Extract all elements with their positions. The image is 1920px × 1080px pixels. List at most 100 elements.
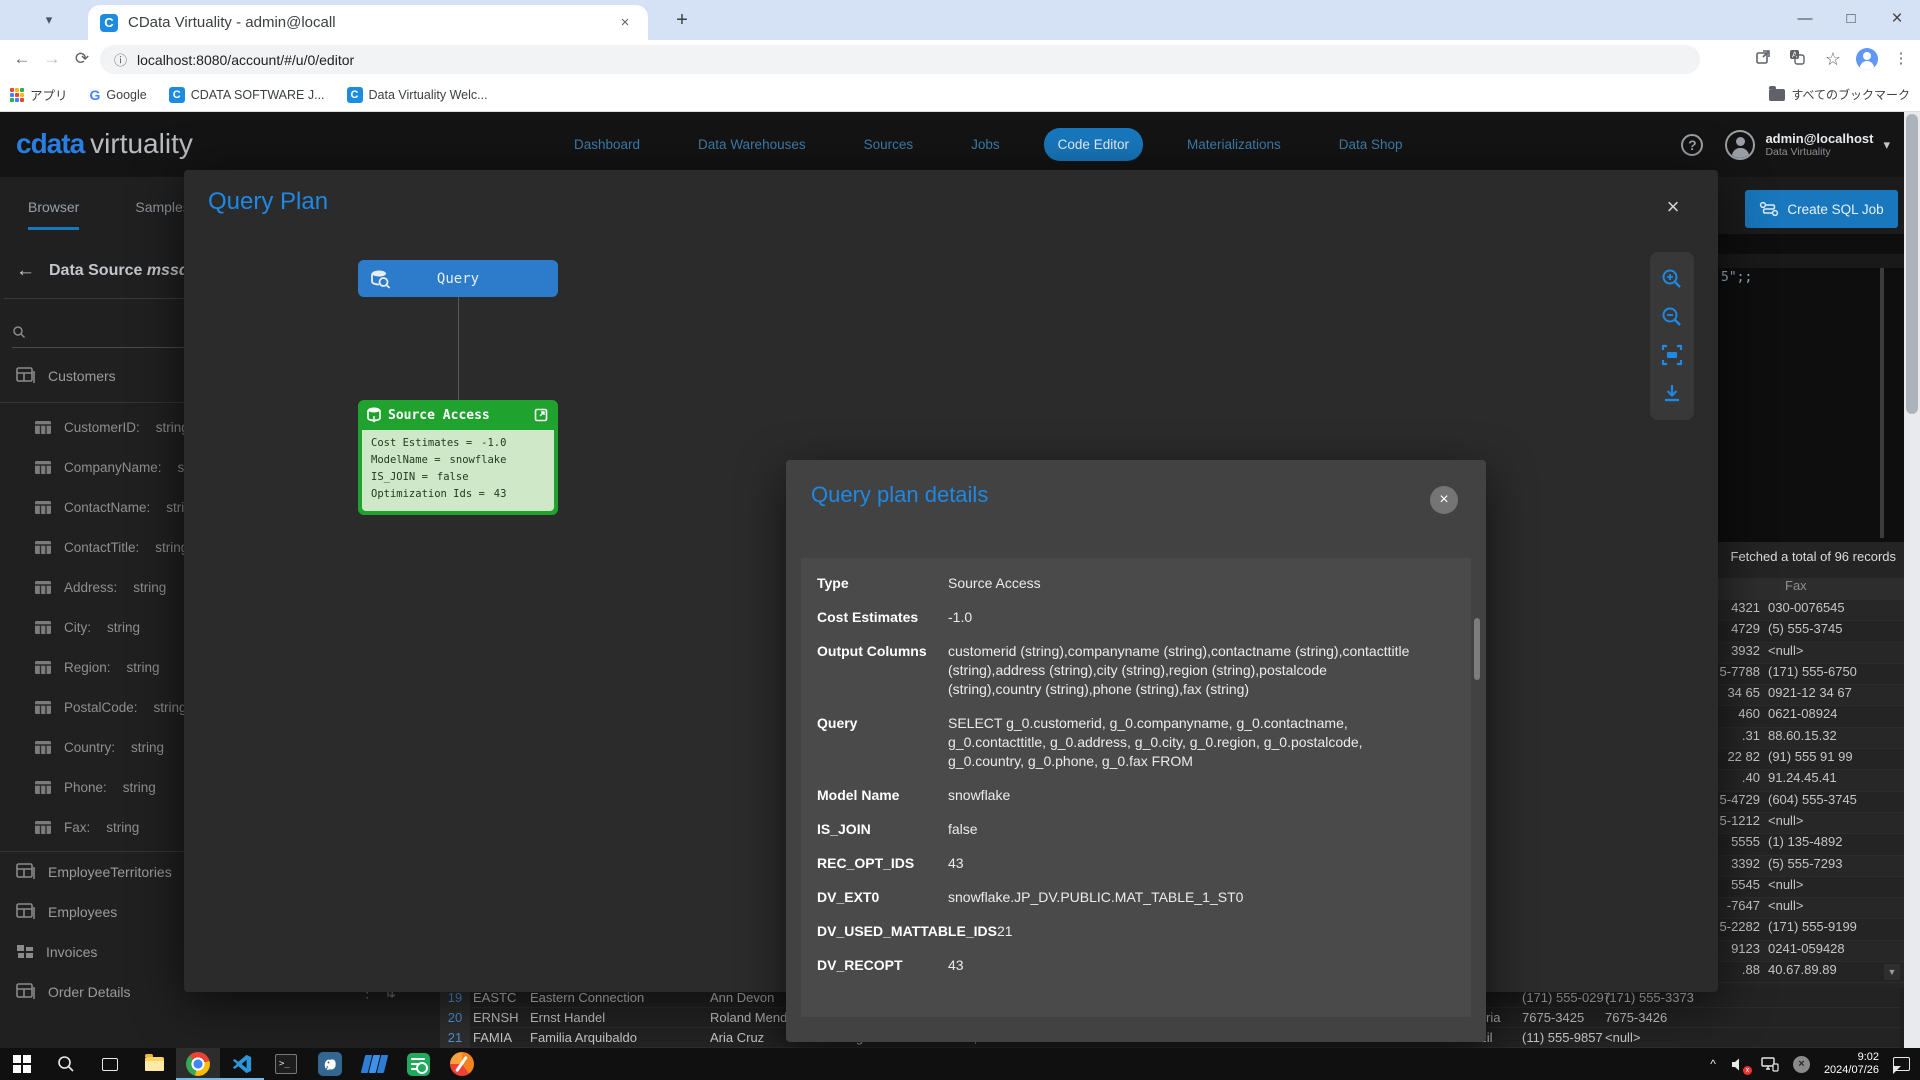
window-maximize-button[interactable]: □ (1828, 0, 1874, 40)
table-scroll-down-icon[interactable]: ▼ (1884, 964, 1900, 980)
bookmark-google[interactable]: G Google (90, 87, 147, 103)
details-value: 43 (948, 956, 1455, 975)
nav-data-warehouses[interactable]: Data Warehouses (684, 128, 820, 161)
details-scrollbar-thumb[interactable] (1474, 618, 1480, 680)
taskbar-clock[interactable]: 9:02 2024/07/26 (1824, 1051, 1879, 1077)
details-value: -1.0 (948, 608, 1455, 627)
details-close-button[interactable]: × (1430, 486, 1458, 514)
nav-materializations[interactable]: Materializations (1173, 128, 1295, 161)
tray-status-icon[interactable]: × (1793, 1056, 1810, 1073)
task-view-button[interactable] (88, 1048, 132, 1080)
download-icon[interactable] (1661, 382, 1683, 404)
source-access-node-props: Cost Estimates =-1.0 ModelName =snowflak… (362, 430, 554, 511)
tray-chevron-up-icon[interactable]: ^ (1710, 1057, 1716, 1071)
node-prop-line: Cost Estimates =-1.0 (371, 437, 545, 449)
address-bar[interactable]: ⓘ localhost:8080/account/#/u/0/editor (100, 45, 1700, 74)
reload-icon[interactable]: ⟳ (68, 45, 96, 73)
details-label: DV_RECOPT (817, 956, 948, 975)
plan-node-query[interactable]: Query (358, 260, 558, 297)
details-label: IS_JOIN (817, 820, 948, 839)
nav-data-shop[interactable]: Data Shop (1325, 128, 1417, 161)
postgres-taskbar-button[interactable] (308, 1048, 352, 1080)
postgres-icon (318, 1052, 342, 1076)
all-bookmarks-button[interactable]: すべてのブックマーク (1769, 86, 1910, 103)
companyname-cell: Ernst Handel (530, 1010, 710, 1025)
start-button[interactable] (0, 1048, 44, 1080)
details-label: Model Name (817, 786, 948, 805)
open-in-new-icon[interactable] (1754, 48, 1776, 70)
details-row: IS_JOIN false (817, 820, 1455, 839)
page-scrollbar[interactable] (1904, 112, 1920, 1048)
nav-sources[interactable]: Sources (850, 128, 928, 161)
back-icon[interactable]: ← (8, 45, 36, 73)
taskbar-search-button[interactable] (44, 1048, 88, 1080)
nav-code-editor[interactable]: Code Editor (1044, 128, 1143, 161)
chrome-taskbar-button[interactable] (176, 1048, 220, 1080)
virtuality-app-button[interactable] (352, 1048, 396, 1080)
bookmark-apps[interactable]: アプリ (10, 85, 68, 104)
prop-value: -1.0 (481, 437, 506, 449)
new-tab-button[interactable]: + (668, 8, 696, 34)
customerid-cell: FAMIA (470, 1030, 530, 1045)
window-minimize-button[interactable]: — (1782, 0, 1828, 40)
sql-tool-button[interactable] (396, 1048, 440, 1080)
sidebar-tab-samples[interactable]: Samples (135, 199, 189, 230)
tab-search-chevron-icon[interactable]: ▾ (36, 8, 62, 32)
command-prompt-icon: >_ (275, 1054, 297, 1074)
browser-tab[interactable]: C CData Virtuality - admin@locall × (88, 5, 648, 40)
tab-close-icon[interactable]: × (614, 12, 636, 34)
file-explorer-icon (145, 1057, 164, 1071)
fit-to-screen-icon[interactable] (1661, 344, 1683, 366)
fax-cell: (171) 555-9199 (1768, 919, 1898, 939)
url-text: localhost:8080/account/#/u/0/editor (137, 52, 354, 68)
column-name: PostalCode: (64, 700, 138, 715)
page-scrollbar-thumb[interactable] (1906, 114, 1918, 414)
orange-app-button[interactable] (440, 1048, 484, 1080)
node-prop-line: Optimization Ids =43 (371, 488, 545, 500)
zoom-in-icon[interactable] (1661, 268, 1683, 290)
notification-center-icon[interactable] (1893, 1057, 1910, 1071)
user-menu[interactable]: admin@localhost Data Virtuality ▾ (1725, 130, 1890, 160)
translate-icon[interactable]: A (1788, 48, 1810, 70)
editor-code-text: 5";; (1721, 270, 1752, 285)
file-explorer-button[interactable] (132, 1048, 176, 1080)
fax-column-header[interactable]: Fax (1785, 578, 1807, 593)
create-sql-job-button[interactable]: Create SQL Job (1745, 190, 1898, 228)
details-value: customerid (string),companyname (string)… (948, 642, 1455, 699)
nav-dashboard[interactable]: Dashboard (560, 128, 654, 161)
companyname-cell: Eastern Connection (530, 990, 710, 1005)
nav-jobs[interactable]: Jobs (957, 128, 1014, 161)
browser-menu-kebab-icon[interactable]: ⋮ (1890, 48, 1912, 70)
windows-logo-icon (13, 1055, 31, 1073)
column-type: string (133, 580, 166, 595)
back-arrow-icon[interactable]: ← (16, 260, 35, 282)
details-row: Type Source Access (817, 574, 1455, 593)
help-icon[interactable]: ? (1681, 134, 1703, 156)
column-type: string (154, 700, 187, 715)
bookmark-data-virtuality[interactable]: C Data Virtuality Welc... (347, 87, 488, 103)
folder-icon (1769, 89, 1785, 101)
screen: ▾ C CData Virtuality - admin@locall × + … (0, 0, 1920, 1080)
profile-avatar-icon[interactable] (1856, 48, 1878, 70)
prop-key: Optimization Ids = (371, 488, 485, 500)
external-link-icon[interactable] (534, 408, 548, 422)
query-plan-close-icon[interactable]: × (1662, 196, 1684, 218)
window-close-button[interactable]: × (1874, 0, 1920, 40)
volume-muted-icon[interactable]: x (1730, 1057, 1747, 1072)
site-info-icon[interactable]: ⓘ (114, 50, 127, 69)
network-icon[interactable] (1761, 1057, 1779, 1072)
sidebar-tab-browser[interactable]: Browser (28, 199, 79, 230)
column-type: string (106, 820, 139, 835)
zoom-out-icon[interactable] (1661, 306, 1683, 328)
details-value: SELECT g_0.customerid, g_0.companyname, … (948, 714, 1455, 771)
column-type: string (107, 620, 140, 635)
bookmark-cdata-software[interactable]: C CDATA SOFTWARE J... (169, 87, 325, 103)
editor-scrollbar[interactable] (1880, 268, 1884, 538)
command-prompt-button[interactable]: >_ (264, 1048, 308, 1080)
plan-node-source-access[interactable]: Source Access Cost Estimates =-1.0 Model… (358, 400, 558, 515)
bookmark-star-icon[interactable]: ☆ (1822, 48, 1844, 70)
table-icon (16, 367, 36, 385)
column-grid-icon (34, 660, 52, 675)
forward-icon[interactable]: → (38, 45, 66, 73)
vscode-taskbar-button[interactable] (220, 1048, 264, 1080)
